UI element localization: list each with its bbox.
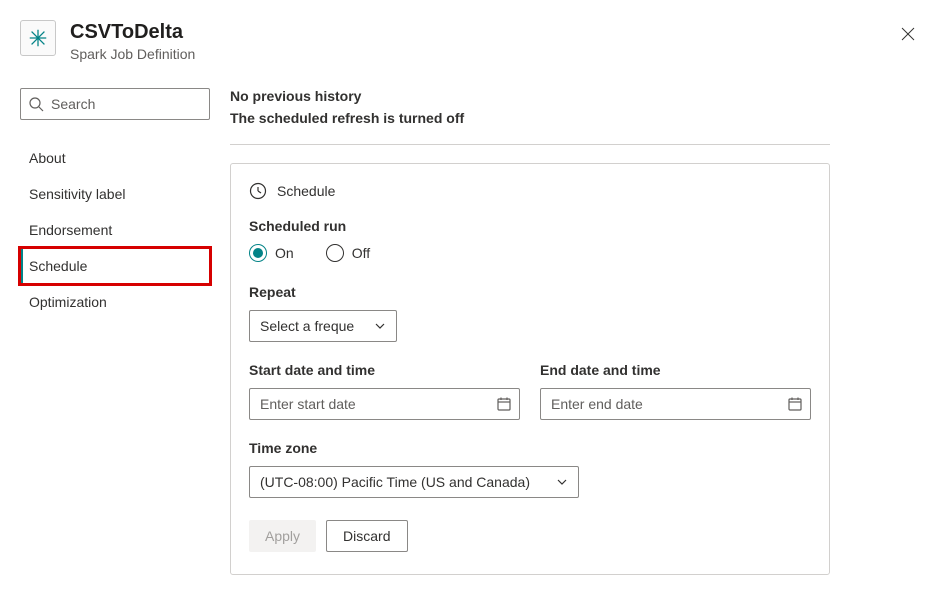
radio-off-circle — [326, 244, 344, 262]
end-date-input[interactable] — [540, 388, 811, 420]
app-icon — [20, 20, 56, 56]
close-icon — [901, 27, 915, 41]
search-input[interactable] — [20, 88, 210, 120]
sidebar-item-about[interactable]: About — [20, 140, 210, 176]
panel-title: Schedule — [277, 183, 335, 199]
clock-icon — [249, 182, 267, 200]
sidebar-item-sensitivity-label[interactable]: Sensitivity label — [20, 176, 210, 212]
repeat-select[interactable]: Select a freque — [249, 310, 397, 342]
page-title: CSVToDelta — [70, 20, 195, 44]
page-subtitle: Spark Job Definition — [70, 46, 195, 62]
discard-button[interactable]: Discard — [326, 520, 407, 552]
repeat-label: Repeat — [249, 284, 811, 300]
timezone-value: (UTC-08:00) Pacific Time (US and Canada) — [260, 474, 530, 490]
radio-on[interactable]: On — [249, 244, 294, 262]
history-status: No previous history — [230, 88, 830, 104]
search-icon — [28, 96, 44, 112]
refresh-status: The scheduled refresh is turned off — [230, 110, 830, 126]
timezone-label: Time zone — [249, 440, 811, 456]
scheduled-run-label: Scheduled run — [249, 218, 811, 234]
radio-off[interactable]: Off — [326, 244, 370, 262]
header: CSVToDelta Spark Job Definition — [0, 0, 942, 68]
sidebar-nav: About Sensitivity label Endorsement Sche… — [20, 140, 210, 320]
chevron-down-icon — [374, 320, 386, 332]
close-button[interactable] — [896, 22, 920, 46]
start-date-input[interactable] — [249, 388, 520, 420]
chevron-down-icon — [556, 476, 568, 488]
radio-on-circle — [249, 244, 267, 262]
sidebar-item-endorsement[interactable]: Endorsement — [20, 212, 210, 248]
radio-off-label: Off — [352, 245, 370, 261]
divider — [230, 144, 830, 145]
timezone-select[interactable]: (UTC-08:00) Pacific Time (US and Canada) — [249, 466, 579, 498]
main-content: No previous history The scheduled refres… — [230, 88, 830, 575]
start-date-label: Start date and time — [249, 362, 520, 378]
radio-on-label: On — [275, 245, 294, 261]
sidebar-item-optimization[interactable]: Optimization — [20, 284, 210, 320]
title-block: CSVToDelta Spark Job Definition — [70, 20, 195, 62]
schedule-panel: Schedule Scheduled run On Off Repeat — [230, 163, 830, 575]
apply-button: Apply — [249, 520, 316, 552]
sidebar-item-schedule[interactable]: Schedule — [20, 248, 210, 284]
repeat-value: Select a freque — [260, 318, 354, 334]
end-date-label: End date and time — [540, 362, 811, 378]
sidebar: About Sensitivity label Endorsement Sche… — [20, 88, 210, 575]
